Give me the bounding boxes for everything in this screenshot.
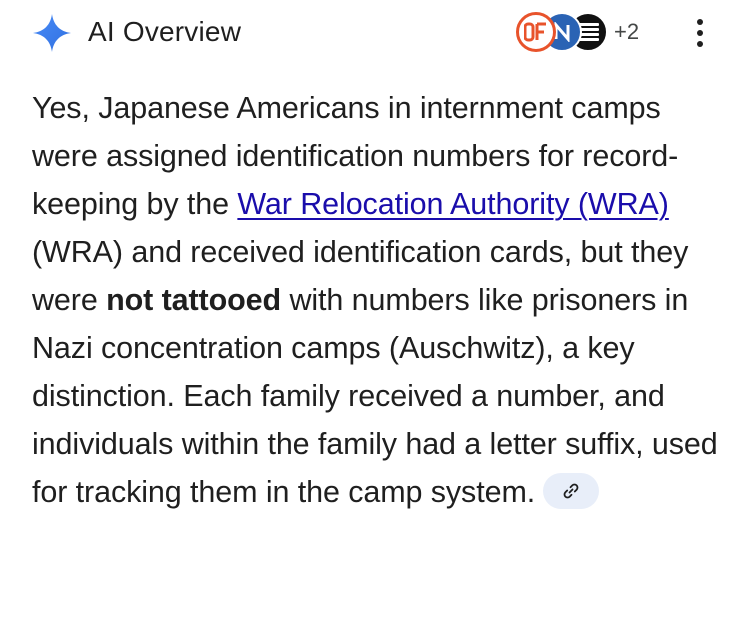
- more-options-icon[interactable]: [688, 14, 712, 52]
- sparkle-icon: [33, 14, 71, 52]
- ai-overview-title: AI Overview: [88, 16, 242, 47]
- ai-overview-answer: Yes, Japanese Americans in internment ca…: [32, 84, 722, 516]
- source-favicon-1[interactable]: [516, 12, 556, 52]
- source-favicons[interactable]: +2: [516, 10, 639, 54]
- answer-bold-text: not tattooed: [106, 283, 282, 317]
- citation-link-button[interactable]: [543, 472, 600, 509]
- ai-overview-header: AI Overview +2: [0, 0, 750, 64]
- link-icon: [563, 483, 579, 499]
- more-sources-count[interactable]: +2: [614, 19, 639, 45]
- wra-link[interactable]: War Relocation Authority (WRA): [237, 187, 669, 221]
- news-logo-icon: [524, 22, 546, 42]
